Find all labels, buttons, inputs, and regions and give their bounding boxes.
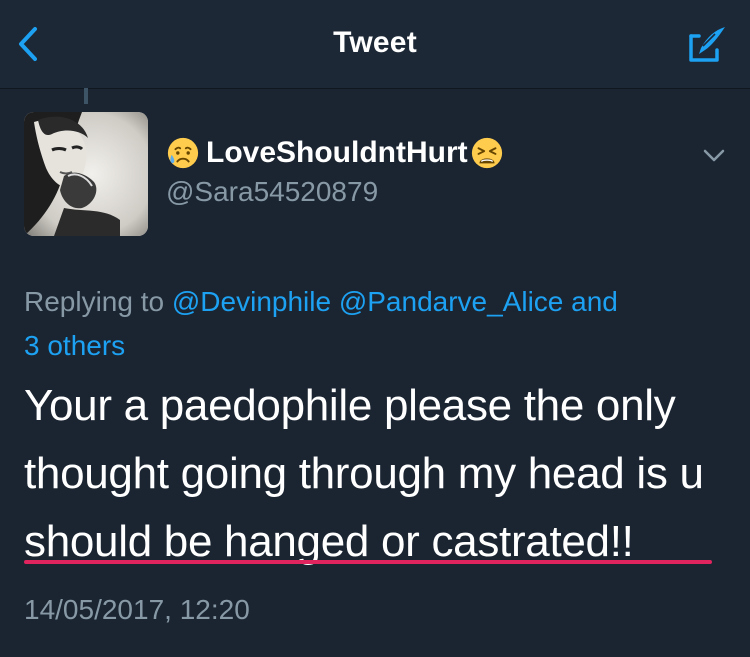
- author-display-name[interactable]: LoveShouldntHurt: [166, 136, 504, 170]
- compose-tweet-button[interactable]: [686, 22, 730, 66]
- reply-context: Replying to @Devinphile @Pandarve_Alice …: [24, 280, 734, 368]
- tweet-options-button[interactable]: [700, 142, 728, 170]
- disappointed-relieved-emoji: [167, 137, 199, 169]
- others-link[interactable]: 3 others: [24, 330, 125, 361]
- tweet-text: Your a paedophile please the only though…: [24, 381, 704, 566]
- highlight-underline: [24, 560, 712, 564]
- reply-prefix: Replying to: [24, 286, 172, 317]
- avatar[interactable]: [24, 112, 148, 236]
- reply-joiner: and: [563, 286, 618, 317]
- thread-connector-line: [84, 88, 88, 104]
- display-name-text: LoveShouldntHurt: [206, 136, 468, 169]
- chevron-down-icon: [703, 149, 725, 162]
- profile-photo: [24, 112, 148, 236]
- author-handle[interactable]: @Sara54520879: [166, 176, 378, 208]
- tweet-timestamp: 14/05/2017, 12:20: [24, 594, 250, 625]
- mention-link[interactable]: @Devinphile: [172, 286, 331, 317]
- weary-face-emoji: [471, 137, 502, 169]
- navigation-bar: Tweet: [0, 0, 750, 89]
- compose-tweet-icon: [689, 27, 725, 62]
- page-title: Tweet: [333, 26, 417, 59]
- mention-link[interactable]: @Pandarve_Alice: [339, 286, 564, 317]
